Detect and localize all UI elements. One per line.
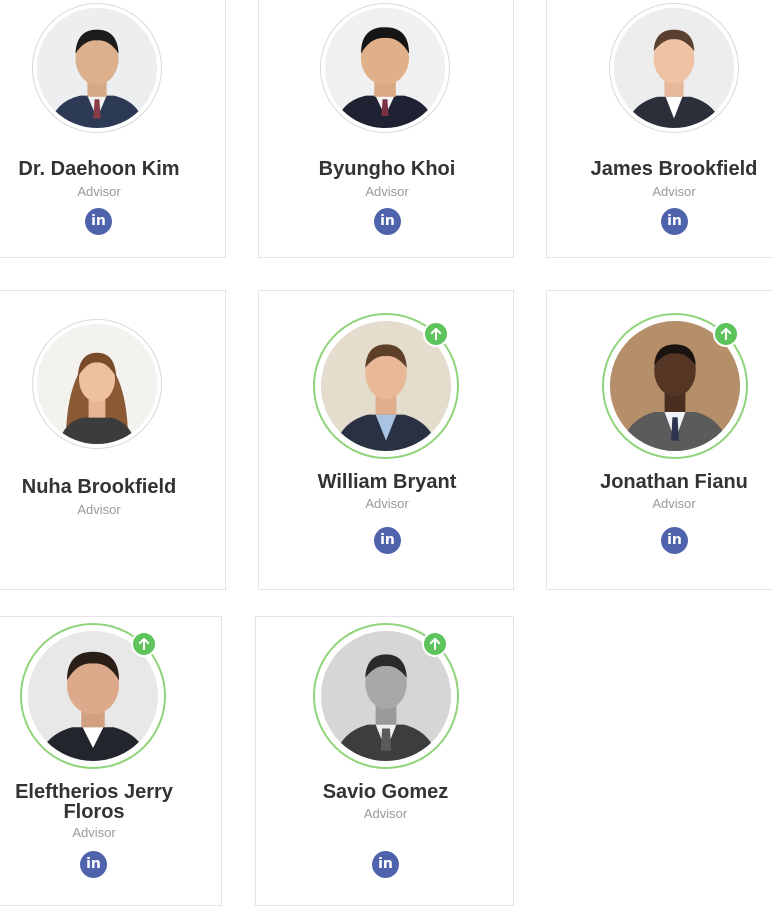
advisor-card: Dr. Daehoon Kim Advisor in [0,0,226,258]
advisor-card: Byungho Khoi Advisor in [258,0,514,258]
advisor-role: Advisor [365,184,409,199]
advisor-card: James Brookfield Advisor in [546,0,773,258]
person-photo [37,324,157,444]
linkedin-icon[interactable]: in [661,527,688,554]
advisor-role: Advisor [72,825,116,840]
advisor-name: Dr. Daehoon Kim [18,158,180,180]
advisor-name-line2: Floros [63,801,125,823]
avatar [32,319,162,449]
advisor-name: James Brookfield [590,158,758,180]
linkedin-icon[interactable]: in [374,527,401,554]
linkedin-icon[interactable]: in [372,851,399,878]
linkedin-icon[interactable]: in [661,208,688,235]
up-arrow-icon [713,321,739,347]
up-arrow-icon [422,631,448,657]
advisor-name: Byungho Khoi [318,158,456,180]
advisor-role: Advisor [365,496,409,511]
advisor-name: William Bryant [317,471,457,493]
linkedin-icon[interactable]: in [374,208,401,235]
avatar [609,3,739,133]
advisor-card: Savio Gomez Advisor in [255,616,514,906]
linkedin-icon[interactable]: in [80,851,107,878]
advisor-card: Jonathan Fianu Advisor in [546,290,773,590]
advisor-name: Jonathan Fianu [600,471,748,493]
advisor-role: Advisor [363,806,408,821]
person-photo [37,8,157,128]
avatar [320,3,450,133]
advisor-name: Nuha Brookfield [21,476,177,498]
advisor-name: Savio Gomez [322,781,449,803]
advisor-card: William Bryant Advisor in [258,290,514,590]
up-arrow-icon [423,321,449,347]
advisor-card: Eleftherios Jerry Floros Advisor in [0,616,222,906]
up-arrow-icon [131,631,157,657]
linkedin-icon[interactable]: in [85,208,112,235]
advisor-role: Advisor [652,496,696,511]
person-photo [614,8,734,128]
person-photo [325,8,445,128]
advisor-role: Advisor [77,184,121,199]
avatar [32,3,162,133]
advisor-name: Eleftherios Jerry [15,781,173,803]
advisor-role: Advisor [652,184,696,199]
advisor-role: Advisor [77,502,121,517]
advisor-card: Nuha Brookfield Advisor [0,290,226,590]
